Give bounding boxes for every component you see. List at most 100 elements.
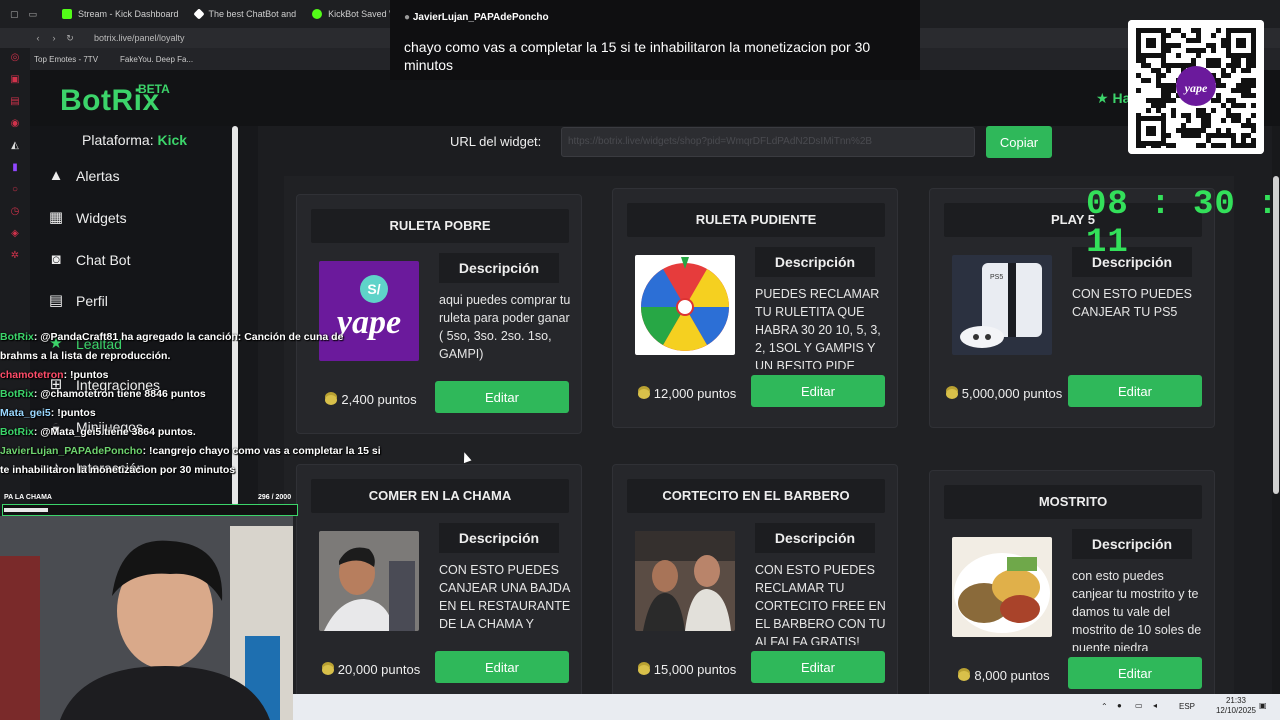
sidebar-app-icon[interactable]: ◈ bbox=[9, 228, 21, 240]
reward-title: CORTECITO EN EL BARBERO bbox=[627, 479, 885, 513]
edit-reward-button[interactable]: Editar bbox=[751, 375, 885, 407]
chat-message: chamotetron: !puntos bbox=[0, 366, 400, 385]
reward-title: RULETA PUDIENTE bbox=[627, 203, 885, 237]
coins-icon bbox=[958, 671, 971, 681]
windows-taskbar: ⌃ ● ▭ ◂ ESP 21:33 12/10/2025 ▣ bbox=[293, 694, 1280, 720]
chat-message: BotRix: @Mata_gei5 tiene 3864 puntos. bbox=[0, 423, 400, 442]
reward-points: 5,000,000 puntos bbox=[940, 385, 1068, 403]
bookmark-fakeyou[interactable]: FakeYou. Deep Fa... bbox=[120, 55, 193, 64]
kick-icon bbox=[62, 9, 72, 19]
reward-card: COMER EN LA CHAMA Descripción CON ESTO PUE… bbox=[296, 464, 582, 704]
network-icon[interactable]: ▭ bbox=[1135, 701, 1143, 711]
webcam-feed bbox=[0, 516, 293, 720]
yape-qr-code: yape bbox=[1128, 20, 1264, 154]
edit-reward-button[interactable]: Editar bbox=[751, 651, 885, 683]
grid-icon: ▦ bbox=[48, 209, 64, 226]
widget-url-label: URL del widget: bbox=[450, 134, 542, 149]
reward-image bbox=[635, 531, 735, 631]
robot-icon: ◙ bbox=[51, 251, 61, 268]
back-icon[interactable]: ‹ bbox=[30, 33, 46, 43]
coins-icon bbox=[637, 389, 650, 399]
svg-text:S/: S/ bbox=[367, 281, 380, 297]
chat-username: chamotetron bbox=[0, 369, 64, 381]
taskbar-clock[interactable]: 21:33 12/10/2025 bbox=[1211, 696, 1261, 716]
reward-image bbox=[319, 531, 419, 631]
chat-username: BotRix bbox=[0, 426, 34, 438]
reward-title: MOSTRITO bbox=[944, 485, 1202, 519]
warning-icon: ▲ bbox=[48, 167, 64, 184]
chat-text: : @Mata_gei5 tiene 3864 puntos. bbox=[33, 426, 196, 438]
goal-count: 296 / 2000 bbox=[258, 494, 292, 501]
mic-icon[interactable]: ● bbox=[1117, 701, 1122, 711]
star-icon: ★ bbox=[1096, 90, 1109, 106]
chat-text: : !puntos bbox=[50, 407, 96, 419]
chat-username: BotRix bbox=[0, 331, 34, 343]
edit-reward-button[interactable]: Editar bbox=[435, 381, 569, 413]
sidebar-app-icon[interactable]: ◭ bbox=[9, 140, 21, 152]
twitch-icon[interactable]: ▮ bbox=[9, 162, 21, 174]
url-field[interactable]: botrix.live/panel/loyalty bbox=[94, 33, 185, 43]
notifications-icon[interactable]: ▣ bbox=[1259, 701, 1267, 711]
language-indicator[interactable]: ESP bbox=[1179, 702, 1195, 712]
coins-icon bbox=[321, 665, 334, 675]
sidebar-app-icon[interactable]: ○ bbox=[9, 184, 21, 196]
chat-username: BotRix bbox=[0, 388, 34, 400]
description-heading: Descripción bbox=[439, 253, 559, 283]
chat-message: JavierLujan_PAPAdePoncho: !cangrejo chay… bbox=[0, 442, 400, 461]
reward-description: con esto puedes canjear tu mostrito y te… bbox=[1072, 569, 1202, 651]
reward-points: 20,000 puntos bbox=[307, 661, 435, 679]
bookmark-7tv[interactable]: Top Emotes - 7TV bbox=[34, 55, 98, 64]
chat-text: : !cangrejo chayo como vas a completar l… bbox=[142, 445, 381, 457]
volume-icon[interactable]: ◂ bbox=[1153, 701, 1157, 711]
platform-value: Kick bbox=[157, 132, 188, 148]
widget-url-field[interactable]: https://botrix.live/widgets/shop?pid=Wmq… bbox=[561, 127, 975, 157]
sidebar-app-icon[interactable]: ▣ bbox=[9, 74, 21, 86]
edit-reward-button[interactable]: Editar bbox=[1068, 375, 1202, 407]
sidebar-app-icon[interactable]: ◎ bbox=[9, 52, 21, 64]
forward-icon[interactable]: › bbox=[46, 33, 62, 43]
chat-message: te inhabilitaron la monetizacion por 30 … bbox=[0, 461, 400, 480]
tab-chatbot[interactable]: The best ChatBot and bbox=[187, 0, 305, 28]
sidebar-item-chat-bot[interactable]: ◙ Chat Bot bbox=[48, 251, 130, 269]
edit-reward-button[interactable]: Editar bbox=[435, 651, 569, 683]
goal-progress-fill bbox=[4, 508, 48, 512]
sidebar-item-perfil[interactable]: ▤ Perfil bbox=[48, 292, 108, 310]
chat-text: : !puntos bbox=[63, 369, 109, 381]
tray-chevron-icon[interactable]: ⌃ bbox=[1101, 702, 1108, 712]
tab-list-icon[interactable]: ▭ bbox=[29, 9, 38, 20]
reward-description: CON ESTO PUEDES RECLAMAR TU CORTECITO FR… bbox=[755, 563, 886, 645]
sidebar-item-alertas[interactable]: ▲ Alertas bbox=[48, 167, 120, 185]
reward-description: CON ESTO PUEDES CANJEAR TU PS5 bbox=[1072, 287, 1192, 319]
description-heading: Descripción bbox=[755, 247, 875, 277]
reward-description: CON ESTO PUEDES CANJEAR UNA BAJDA EN EL … bbox=[439, 563, 571, 631]
edit-reward-button[interactable]: Editar bbox=[1068, 657, 1202, 689]
sidebar-item-widgets[interactable]: ▦ Widgets bbox=[48, 209, 127, 227]
chat-message: BotRix: @PandaCraft81 ha agregado la can… bbox=[0, 328, 400, 347]
stream-timer: 08 : 30 : 11 bbox=[1086, 186, 1279, 262]
chat-overlay: BotRix: @PandaCraft81 ha agregado la can… bbox=[0, 328, 400, 478]
chat-username: JavierLujan_PAPAdePoncho bbox=[0, 445, 143, 457]
user-icon: ● bbox=[404, 12, 411, 23]
kickbot-icon bbox=[312, 9, 323, 19]
goal-progress-bar bbox=[2, 504, 298, 516]
reward-image: PS5 bbox=[952, 255, 1052, 355]
reload-icon[interactable]: ↻ bbox=[62, 33, 78, 44]
header-link[interactable]: ★ Ha bbox=[1096, 90, 1130, 107]
svg-text:PS5: PS5 bbox=[990, 274, 1003, 281]
goal-label: PA LA CHAMA bbox=[4, 494, 52, 501]
chat-text: te inhabilitaron la monetizacion por 30 … bbox=[0, 464, 236, 476]
chat-message: BotRix: @chamotetron tiene 8846 puntos bbox=[0, 385, 400, 404]
reward-points: 15,000 puntos bbox=[623, 661, 751, 679]
chat-message: Mata_gei5: !puntos bbox=[0, 404, 400, 423]
browser-menu-icon[interactable]: ▢ bbox=[10, 9, 19, 20]
tab-kick-dashboard[interactable]: Stream - Kick Dashboard bbox=[54, 0, 187, 28]
settings-icon[interactable]: ✲ bbox=[9, 250, 21, 262]
sidebar-app-icon[interactable]: ◉ bbox=[9, 118, 21, 130]
copy-button[interactable]: Copiar bbox=[986, 126, 1052, 158]
sidebar-app-icon[interactable]: ▤ bbox=[9, 96, 21, 108]
chat-text: brahms a la lista de reproducción. bbox=[0, 350, 171, 362]
description-heading: Descripción bbox=[1072, 529, 1192, 559]
profile-icon: ▤ bbox=[48, 292, 64, 309]
history-icon[interactable]: ◷ bbox=[9, 206, 21, 218]
reward-card: RULETA PUDIENTE Descripción PUEDES RECLAMA… bbox=[612, 188, 898, 428]
